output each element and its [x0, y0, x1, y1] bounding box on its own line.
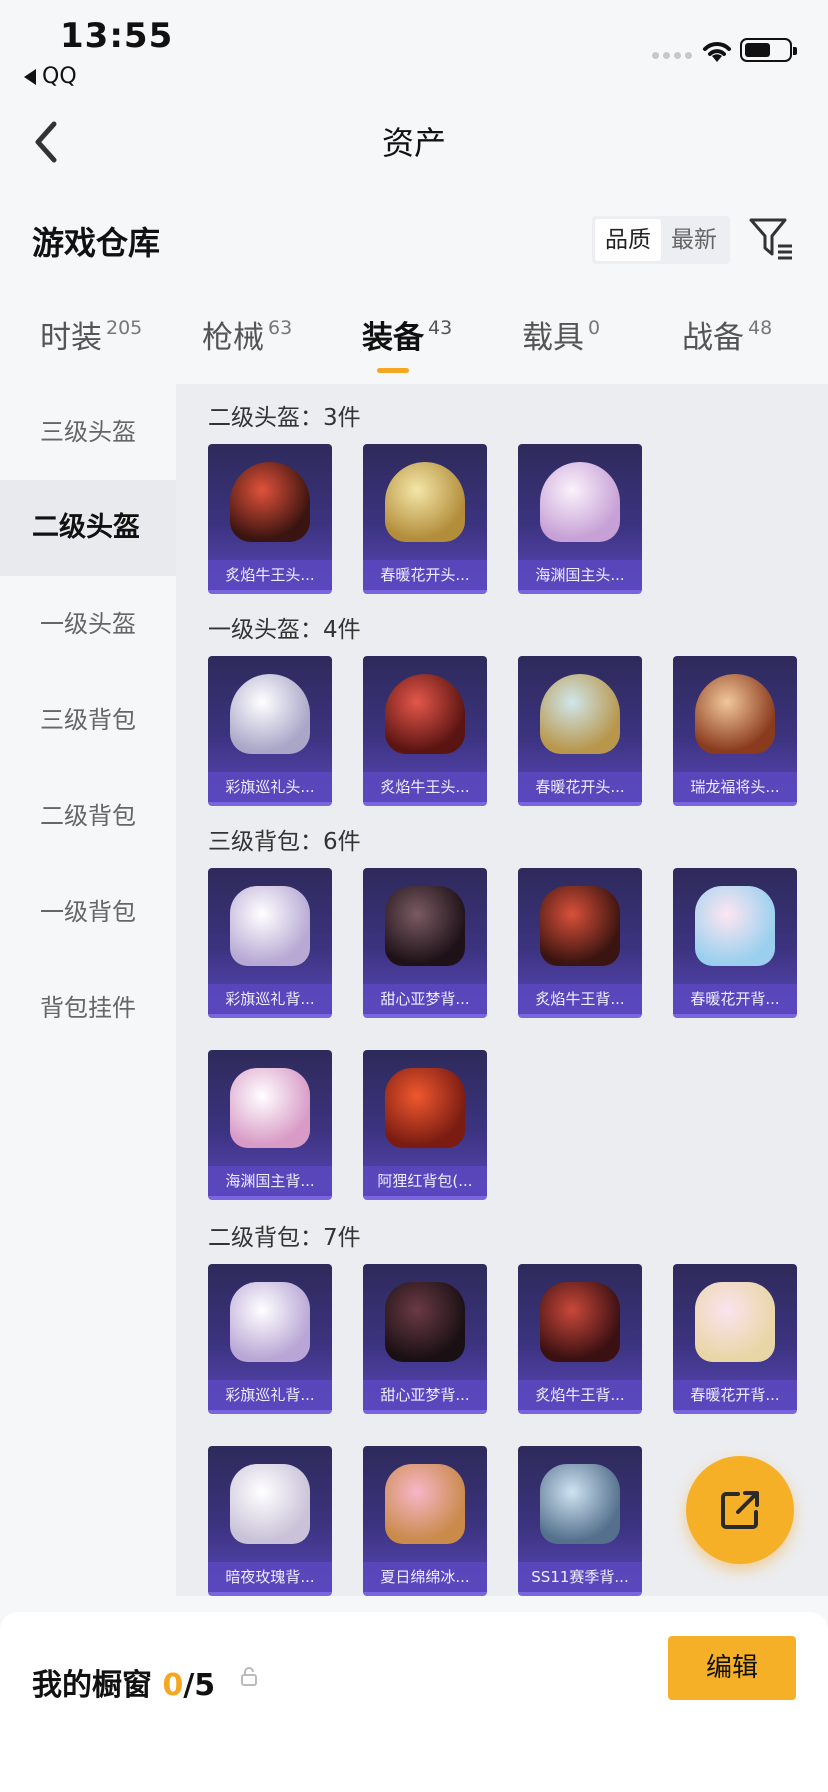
item-card[interactable]: 炙焰牛王头... [363, 656, 487, 806]
category-tabs: 时装 205 枪械 63 装备 43 载具 0 战备 48 [0, 312, 828, 376]
item-card[interactable]: 炙焰牛王背... [518, 1264, 642, 1414]
tab-vehicles[interactable]: 载具 0 [522, 312, 600, 357]
helmet-image [230, 462, 310, 542]
backpack-image [385, 1068, 465, 1148]
sort-newest-option[interactable]: 最新 [661, 219, 727, 261]
back-app-label: QQ [42, 64, 77, 89]
item-card[interactable]: 炙焰牛王头... [208, 444, 332, 594]
backpack-image [385, 1464, 465, 1544]
lock-icon [241, 1667, 257, 1686]
section-title: 二级头盔：3件 [208, 405, 361, 431]
item-card[interactable]: 春暖花开背... [673, 868, 797, 1018]
tab-equipment[interactable]: 装备 43 [362, 312, 452, 357]
item-card[interactable]: 春暖花开头... [518, 656, 642, 806]
backpack-image [385, 886, 465, 966]
back-to-app-link[interactable]: QQ [24, 64, 77, 89]
backpack-image [230, 1282, 310, 1362]
tab-supplies[interactable]: 战备 48 [682, 312, 772, 357]
showcase-count-current: 0 [162, 1668, 184, 1703]
item-grid: 二级头盔：3件 炙焰牛王头... 春暖花开头... 海渊国主头... 一级头盔：… [176, 384, 828, 1596]
backpack-image [695, 1282, 775, 1362]
item-card[interactable]: 甜心亚梦背... [363, 868, 487, 1018]
helmet-image [385, 462, 465, 542]
sort-quality-option[interactable]: 品质 [595, 219, 661, 261]
share-button[interactable] [686, 1456, 794, 1564]
item-card[interactable]: 彩旗巡礼头... [208, 656, 332, 806]
page-title: 资产 [381, 124, 446, 162]
item-card[interactable]: 阿狸红背包(... [363, 1050, 487, 1200]
battery-icon [740, 38, 797, 62]
backpack-image [695, 886, 775, 966]
item-card[interactable]: 彩旗巡礼背... [208, 1264, 332, 1414]
item-card[interactable]: 彩旗巡礼背... [208, 868, 332, 1018]
item-card[interactable]: 夏日绵绵冰... [363, 1446, 487, 1596]
sidebar-item-level1-helmet[interactable]: 一级头盔 [0, 576, 176, 672]
item-card[interactable]: 春暖花开头... [363, 444, 487, 594]
share-icon [721, 1491, 759, 1529]
helmet-image [695, 674, 775, 754]
section-title: 三级背包：6件 [208, 829, 361, 855]
active-tab-indicator [377, 368, 409, 373]
item-card[interactable]: 海渊国主头... [518, 444, 642, 594]
filter-icon[interactable] [748, 216, 794, 260]
backpack-image [230, 886, 310, 966]
showcase-footer: 我的橱窗 0/5 编辑 [0, 1612, 828, 1792]
item-card[interactable]: SS11赛季背... [518, 1446, 642, 1596]
item-card[interactable]: 暗夜玫瑰背... [208, 1446, 332, 1596]
sidebar: 三级头盔 二级头盔 一级头盔 三级背包 二级背包 一级背包 背包挂件 [0, 384, 176, 1596]
backpack-image [540, 886, 620, 966]
backpack-image [540, 1464, 620, 1544]
status-time: 13:55 [60, 16, 174, 56]
helmet-image [540, 462, 620, 542]
sidebar-item-level3-backpack[interactable]: 三级背包 [0, 672, 176, 768]
item-card[interactable]: 炙焰牛王背... [518, 868, 642, 1018]
backpack-image [540, 1282, 620, 1362]
status-bar: 13:55 QQ [0, 0, 828, 96]
backpack-image [230, 1068, 310, 1148]
sidebar-item-level3-helmet[interactable]: 三级头盔 [0, 384, 176, 480]
helmet-image [540, 674, 620, 754]
backpack-image [230, 1464, 310, 1544]
item-card[interactable]: 海渊国主背... [208, 1050, 332, 1200]
tab-weapons[interactable]: 枪械 63 [202, 312, 292, 357]
sidebar-item-level2-backpack[interactable]: 二级背包 [0, 768, 176, 864]
sidebar-item-level2-helmet[interactable]: 二级头盔 [0, 480, 176, 576]
showcase-label: 我的橱窗 0/5 [32, 1668, 216, 1703]
section-title: 一级头盔：4件 [208, 617, 361, 643]
back-triangle-icon [24, 68, 36, 85]
backpack-image [385, 1282, 465, 1362]
sort-toggle[interactable]: 品质 最新 [592, 216, 730, 264]
sidebar-item-level1-backpack[interactable]: 一级背包 [0, 864, 176, 960]
helmet-image [385, 674, 465, 754]
signal-icon [652, 52, 692, 59]
tab-fashion[interactable]: 时装 205 [40, 312, 142, 357]
wifi-icon [703, 42, 731, 62]
item-card[interactable]: 瑞龙福将头... [673, 656, 797, 806]
item-card[interactable]: 春暖花开背... [673, 1264, 797, 1414]
sidebar-item-backpack-charm[interactable]: 背包挂件 [0, 960, 176, 1056]
showcase-count-total: /5 [183, 1668, 216, 1703]
section-title: 二级背包：7件 [208, 1225, 361, 1251]
edit-button[interactable]: 编辑 [668, 1636, 796, 1700]
warehouse-title: 游戏仓库 [32, 224, 161, 262]
helmet-image [230, 674, 310, 754]
item-card[interactable]: 甜心亚梦背... [363, 1264, 487, 1414]
